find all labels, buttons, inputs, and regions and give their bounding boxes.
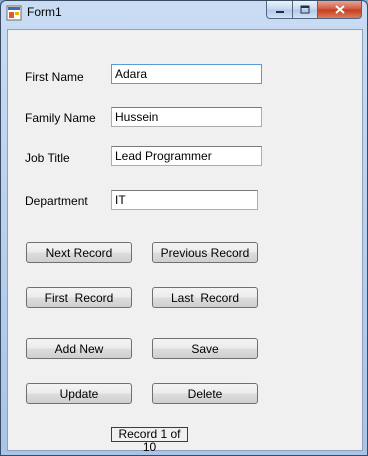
add-new-button[interactable]: Add New	[26, 338, 132, 359]
form-window: Form1 First Name Adara Family Name Husse…	[0, 0, 368, 456]
job-title-label: Job Title	[25, 151, 70, 165]
delete-button[interactable]: Delete	[152, 383, 258, 404]
save-button[interactable]: Save	[152, 338, 258, 359]
client-area: First Name Adara Family Name Hussein Job…	[7, 29, 363, 454]
department-field[interactable]: IT	[111, 190, 258, 210]
record-status-label: Record 1 of 10	[111, 427, 188, 454]
maximize-button[interactable]	[293, 1, 318, 19]
maximize-icon	[300, 5, 310, 14]
previous-record-button[interactable]: Previous Record	[152, 242, 258, 263]
close-button[interactable]	[318, 1, 362, 19]
department-label: Department	[25, 194, 88, 208]
minimize-icon	[275, 10, 284, 13]
first-record-button[interactable]: First Record	[26, 287, 132, 308]
first-name-label: First Name	[25, 70, 84, 84]
window-title: Form1	[27, 5, 62, 19]
caption-buttons	[266, 1, 362, 19]
last-record-button[interactable]: Last Record	[152, 287, 258, 308]
close-icon	[334, 5, 345, 14]
app-icon	[6, 5, 22, 21]
next-record-button[interactable]: Next Record	[26, 242, 132, 263]
family-name-label: Family Name	[25, 111, 96, 125]
first-name-field[interactable]: Adara	[111, 64, 262, 84]
title-bar[interactable]: Form1	[1, 1, 367, 24]
job-title-field[interactable]: Lead Programmer	[111, 146, 262, 166]
family-name-field[interactable]: Hussein	[111, 107, 262, 127]
update-button[interactable]: Update	[26, 383, 132, 404]
minimize-button[interactable]	[266, 1, 293, 19]
